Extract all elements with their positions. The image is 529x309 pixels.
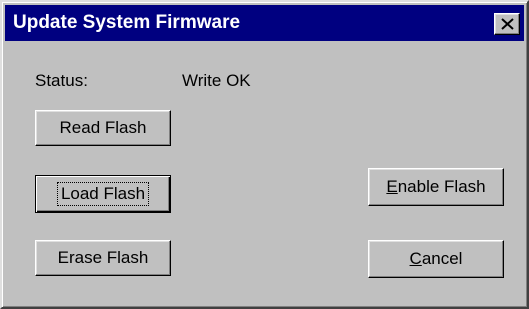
close-button[interactable] (494, 13, 520, 35)
cancel-label: Cancel (410, 249, 463, 269)
cancel-button[interactable]: Cancel (368, 240, 504, 278)
erase-flash-button[interactable]: Erase Flash (35, 240, 171, 276)
title-bar[interactable]: Update System Firmware (5, 5, 524, 41)
enable-flash-label-rest: nable Flash (397, 177, 486, 196)
status-label: Status: (35, 71, 88, 90)
read-flash-button[interactable]: Read Flash (35, 110, 171, 146)
erase-flash-label: Erase Flash (57, 248, 149, 267)
cancel-mnemonic: C (409, 249, 422, 268)
firmware-dialog: Update System Firmware Status: Write OK … (0, 0, 529, 309)
load-flash-label: Load Flash (56, 182, 150, 206)
close-icon (501, 18, 514, 30)
cancel-label-rest: ancel (421, 249, 463, 268)
enable-flash-mnemonic: E (386, 177, 398, 196)
enable-flash-label: Enable Flash (386, 177, 485, 197)
status-value: Write OK (182, 71, 251, 90)
enable-flash-button[interactable]: Enable Flash (368, 168, 504, 206)
read-flash-label: Read Flash (59, 118, 147, 137)
window-title: Update System Firmware (13, 12, 241, 33)
load-flash-button[interactable]: Load Flash (35, 175, 171, 213)
